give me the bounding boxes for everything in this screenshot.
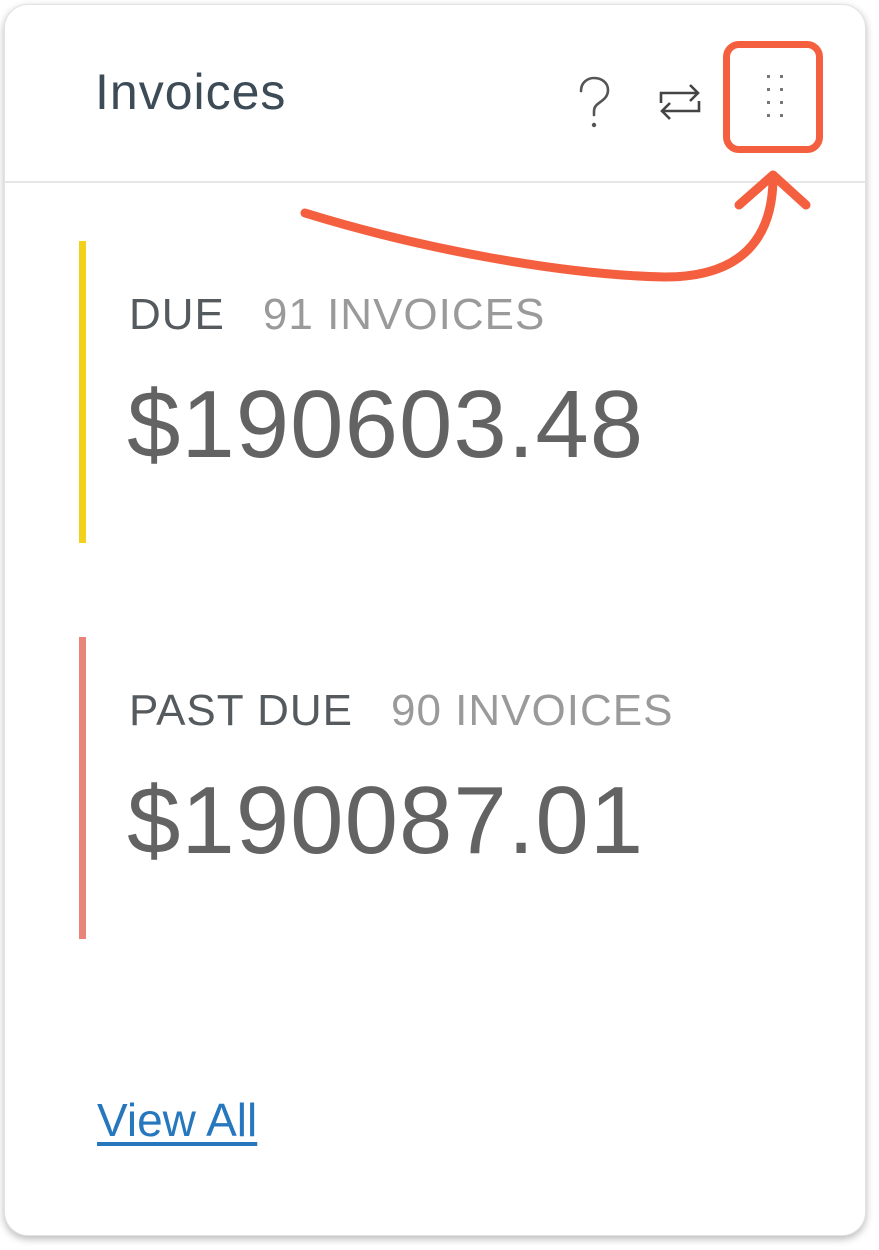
due-accent-bar bbox=[79, 241, 86, 543]
view-all-link[interactable]: View All bbox=[97, 1093, 257, 1148]
past-due-section: PAST DUE 90 INVOICES $190087.01 bbox=[79, 637, 779, 939]
past-due-accent-bar bbox=[79, 637, 86, 939]
card-title: Invoices bbox=[95, 64, 287, 120]
refresh-icon[interactable] bbox=[655, 79, 705, 125]
due-status-label: DUE bbox=[129, 290, 225, 339]
past-due-invoice-count: 90 INVOICES bbox=[390, 686, 674, 735]
card-header: Invoices bbox=[5, 5, 865, 183]
invoices-card: Invoices DUE 91 INVOICES $190603.48 PAST… bbox=[4, 4, 866, 1236]
past-due-label-row: PAST DUE 90 INVOICES bbox=[129, 689, 673, 733]
more-options-icon[interactable] bbox=[757, 71, 793, 127]
past-due-status-label: PAST DUE bbox=[129, 686, 353, 735]
past-due-amount: $190087.01 bbox=[127, 767, 645, 874]
due-section: DUE 91 INVOICES $190603.48 bbox=[79, 241, 779, 543]
due-amount: $190603.48 bbox=[127, 371, 645, 478]
due-invoice-count: 91 INVOICES bbox=[262, 290, 546, 339]
help-icon[interactable] bbox=[571, 75, 617, 131]
due-label-row: DUE 91 INVOICES bbox=[129, 293, 545, 337]
